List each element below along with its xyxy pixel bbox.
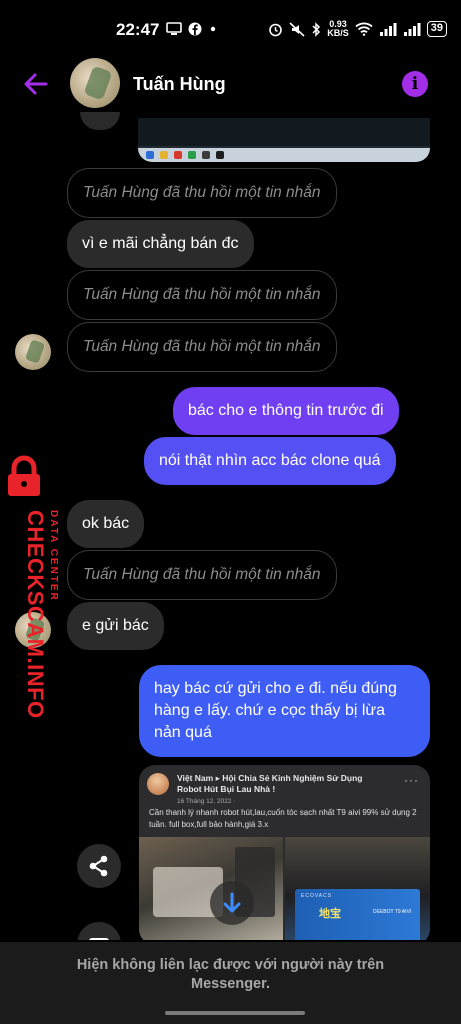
lock-icon [8, 455, 40, 496]
recalled-message: Tuấn Hùng đã thu hồi một tin nhắn [67, 270, 337, 320]
mute-icon [289, 21, 305, 37]
unavailable-notice: Hiện không liên lạc được với người này t… [76, 957, 385, 992]
contact-avatar[interactable] [70, 58, 120, 108]
post-photo-right[interactable]: ECOVACS 地宝 DEEBOT T9 AIVI [285, 837, 430, 940]
incoming-message[interactable]: ok bác [67, 500, 145, 548]
message-list[interactable]: Tuấn Hùng đã thu hồi một tin nhắn vì e m… [0, 110, 461, 940]
outgoing-message[interactable]: hay bác cứ gửi cho e đi. nếu đúng hàng e… [139, 665, 430, 757]
outgoing-message[interactable]: nói thật nhìn acc bác clone quá [144, 437, 396, 485]
more-options-icon[interactable]: ··· [404, 773, 419, 787]
composer-disabled-footer: Hiện không liên lạc được với người này t… [0, 942, 461, 1024]
watermark-main: CHECKSCAM.INFO [23, 510, 48, 719]
status-time: 22:47 [116, 20, 160, 39]
contact-name[interactable]: Tuấn Hùng [133, 74, 226, 95]
chat-header: Tuấn Hùng i [0, 58, 461, 110]
post-author-avatar [147, 773, 169, 795]
cast-icon [166, 22, 182, 35]
info-icon[interactable]: i [402, 71, 428, 97]
signal-icon [379, 23, 397, 36]
post-body: Cần thanh lý nhanh robot hút,lau,cuốn tó… [149, 808, 417, 829]
watermark-sub: DATA CENTER [48, 510, 59, 602]
post-group-path: Việt Nam ▸ Hội Chia Sẻ Kinh Nghiệm Sử Dụ… [177, 773, 363, 794]
box-label: 地宝 [319, 908, 341, 920]
status-bar: 22:47 0.93 KB/S 39 [0, 0, 461, 58]
recalled-message: Tuấn Hùng đã thu hồi một tin nhắn [67, 322, 337, 372]
wifi-icon [355, 22, 373, 36]
back-arrow-icon[interactable] [22, 70, 50, 98]
bluetooth-icon [312, 21, 321, 37]
recalled-message: Tuấn Hùng đã thu hồi một tin nhắn [67, 168, 337, 218]
incoming-message[interactable]: vì e mãi chẳng bán đc [67, 220, 254, 268]
download-arrow-icon [223, 892, 241, 913]
camera-icon [89, 938, 109, 940]
share-icon [89, 855, 108, 877]
facebook-icon [188, 22, 202, 36]
contact-avatar-small[interactable] [15, 334, 51, 370]
image-attachment[interactable] [138, 118, 430, 162]
battery-icon: 39 [426, 21, 447, 37]
alarm-icon [269, 23, 283, 36]
camera-button[interactable] [77, 922, 121, 940]
box-brand: ECOVACS [301, 893, 333, 899]
box-model: DEEBOT T9 AIVI [373, 909, 412, 915]
outgoing-message[interactable]: bác cho e thông tin trước đi [173, 387, 399, 435]
dot-icon [210, 26, 216, 32]
net-speed: 0.93 KB/S [327, 19, 349, 38]
post-date: 16 Tháng 12, 2022 · [177, 798, 236, 805]
incoming-message[interactable]: e gửi bác [67, 602, 164, 650]
download-button[interactable] [210, 881, 254, 925]
signal-icon-2 [403, 23, 421, 36]
share-button[interactable] [77, 844, 121, 888]
home-indicator[interactable] [165, 1011, 305, 1015]
recalled-message: Tuấn Hùng đã thu hồi một tin nhắn [67, 550, 337, 600]
product-box: ECOVACS 地宝 DEEBOT T9 AIVI [295, 889, 420, 940]
checkscam-watermark: DATA CENTER CHECKSCAM.INFO [0, 446, 59, 719]
partial-message-bubble [80, 112, 120, 130]
shared-post-card[interactable]: Việt Nam ▸ Hội Chia Sẻ Kinh Nghiệm Sử Dụ… [139, 765, 430, 940]
